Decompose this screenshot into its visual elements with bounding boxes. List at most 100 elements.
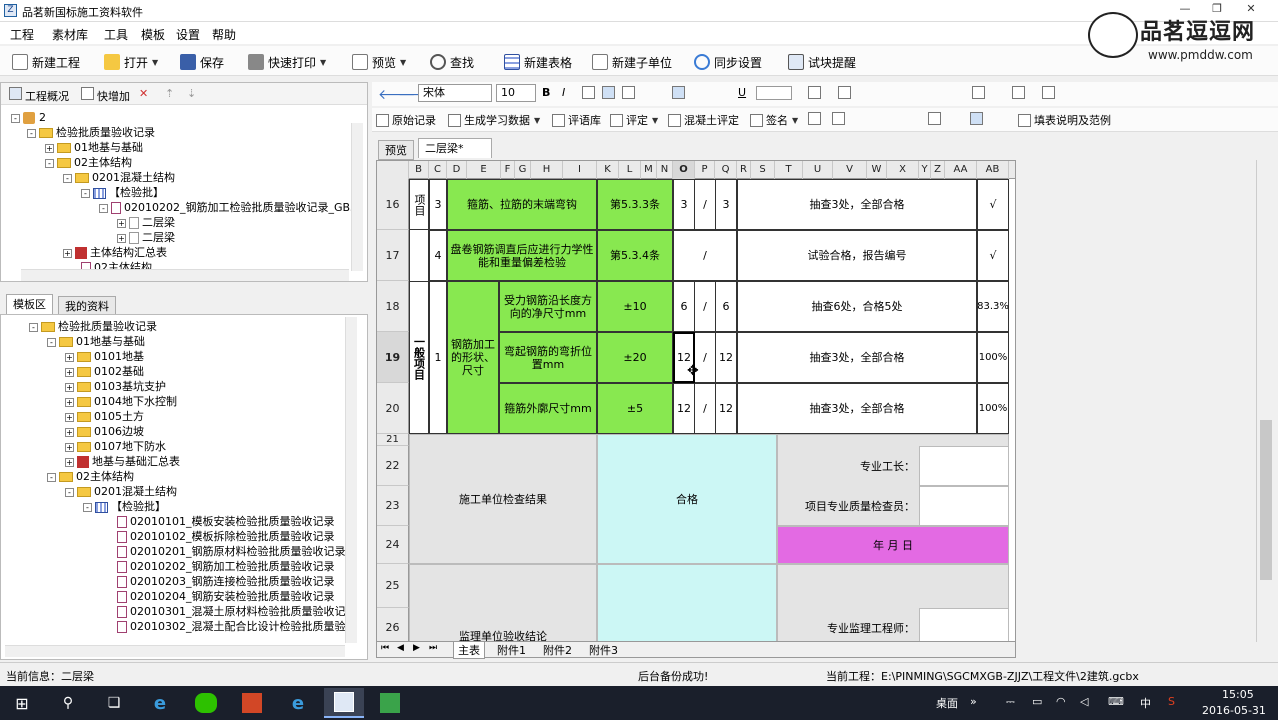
sheet-nav-first-icon[interactable]: ⏮ (381, 643, 389, 653)
original-record-button[interactable]: 原始记录 (376, 112, 436, 128)
sync-settings-button[interactable]: 同步设置 (694, 52, 762, 72)
col-header[interactable]: V (833, 161, 867, 179)
sheet-tab-attachment-3[interactable]: 附件3 (585, 642, 622, 658)
desktop-label[interactable]: 桌面 (936, 695, 958, 711)
inspector-input[interactable] (919, 486, 1009, 526)
tree-node[interactable]: - 02010202_钢筋加工检验批质量验收记录_GB5 (99, 200, 357, 215)
sheet-vertical-scrollbar[interactable] (1256, 160, 1274, 642)
col-header[interactable]: N (657, 161, 673, 179)
tree-root[interactable]: -2 (11, 110, 46, 125)
total-count[interactable]: 12 (715, 383, 737, 434)
fill-color-icon[interactable] (838, 86, 854, 99)
italic-icon[interactable]: I (562, 86, 565, 99)
scrollbar-thumb[interactable] (1260, 420, 1272, 580)
tree-node[interactable]: +01地基与基础 (45, 140, 143, 155)
sogou-icon[interactable]: S (1168, 695, 1175, 708)
item-description[interactable]: 盘卷钢筋调直后应进行力学性能和重量偏差检验 (447, 230, 597, 281)
sample-count[interactable]: 12 (673, 383, 695, 434)
clock-time[interactable]: 15:05 (1222, 688, 1254, 701)
tab-my-materials[interactable]: 我的资料 (58, 296, 116, 316)
col-header[interactable]: K (597, 161, 619, 179)
col-header[interactable]: U (803, 161, 833, 179)
tree-node[interactable]: +0107地下防水 (65, 439, 166, 454)
view-toggle-icon[interactable] (970, 112, 986, 125)
find-button[interactable]: 查找 (430, 52, 474, 72)
tree-leaf[interactable]: 02010101_模板安装检验批质量验收记录 (117, 514, 335, 529)
construction-check-result[interactable]: 合格 (597, 434, 777, 564)
row-header-active[interactable]: 19 (377, 332, 409, 383)
row-header[interactable]: 17 (377, 230, 409, 281)
clause-ref[interactable]: 第5.3.3条 (597, 179, 673, 230)
row-header[interactable]: 22 (377, 446, 409, 486)
check-mark[interactable]: √ (977, 230, 1009, 281)
tree-leaf[interactable]: 02010201_钢筋原材料检验批质量验收记录 (117, 544, 346, 559)
detail-item[interactable]: 受力钢筋沿长度方向的净尺寸mm (499, 281, 597, 332)
tree-leaf[interactable]: 02010302_混凝土配合比设计检验批质量验 (117, 619, 346, 634)
row-header[interactable]: 20 (377, 383, 409, 434)
check-result[interactable]: 抽查3处，全部合格 (737, 383, 977, 434)
format-brush-icon[interactable] (1042, 86, 1058, 99)
open-button[interactable]: 打开 ▼ (104, 52, 158, 72)
tree-leaf[interactable]: 02010301_混凝土原材料检验批质量验收记 (117, 604, 346, 619)
font-size-select[interactable]: 10 (496, 84, 536, 102)
group-name[interactable]: 钢筋加工的形状、尺寸 (447, 281, 499, 434)
foreman-input[interactable] (919, 446, 1009, 486)
lock-icon[interactable] (928, 112, 944, 125)
align-right-icon[interactable] (622, 86, 638, 99)
tab-preview[interactable]: 预览 (378, 140, 414, 160)
total-count[interactable]: 12 (715, 332, 737, 383)
project-overview-tab[interactable]: 工程概况 (9, 87, 69, 103)
tree-node[interactable]: +0106边坡 (65, 424, 144, 439)
col-header[interactable]: I (563, 161, 597, 179)
pass-rate[interactable]: 100% (977, 332, 1009, 383)
detail-item[interactable]: 弯起钢筋的弯折位置mm (499, 332, 597, 383)
row-header[interactable]: 25 (377, 564, 409, 608)
col-header-active[interactable]: O (673, 161, 695, 179)
menu-tools[interactable]: 工具 (104, 26, 128, 43)
tolerance[interactable]: ±10 (597, 281, 673, 332)
row-header[interactable]: 18 (377, 281, 409, 332)
horizontal-scrollbar[interactable] (21, 269, 349, 281)
supervisor-check-result[interactable] (597, 564, 777, 641)
supervisor-input[interactable] (919, 608, 1009, 641)
check-result[interactable]: 试验合格，报告编号 (737, 230, 977, 281)
sample-count[interactable]: 6 (673, 281, 695, 332)
clause-ref[interactable]: 第5.3.4条 (597, 230, 673, 281)
move-up-icon[interactable]: ⇡ (165, 86, 174, 101)
underline-icon[interactable]: U (738, 86, 746, 99)
col-header[interactable]: Q (715, 161, 737, 179)
col-header[interactable]: H (531, 161, 563, 179)
tree-node[interactable]: + 二层梁 (117, 230, 175, 245)
sheet-tab-attachment-2[interactable]: 附件2 (539, 642, 576, 658)
concrete-eval-button[interactable]: 混凝土评定 (668, 112, 739, 128)
check-mark[interactable]: √ (977, 179, 1009, 230)
col-header[interactable]: F (501, 161, 515, 179)
clock-date[interactable]: 2016-05-31 (1202, 704, 1266, 717)
delete-icon[interactable]: ✕ (139, 86, 148, 101)
test-reminder-button[interactable]: 试块提醒 (788, 52, 856, 72)
tree-node[interactable]: +0105土方 (65, 409, 144, 424)
new-table-button[interactable]: 新建表格 (504, 52, 572, 72)
image-icon[interactable] (832, 112, 848, 125)
generate-data-button[interactable]: 生成学习数据 ▼ (448, 112, 540, 128)
keyboard-icon[interactable]: ⌨ (1108, 695, 1124, 708)
sheet-tab-main[interactable]: 主表 (453, 642, 485, 659)
total-count[interactable]: 3 (715, 179, 737, 230)
sheet-nav-next-icon[interactable]: ▶ (413, 643, 420, 653)
network-icon[interactable]: ⎓ (1006, 695, 1015, 709)
col-header[interactable]: M (641, 161, 657, 179)
ie-app[interactable]: e (278, 688, 318, 718)
group-index[interactable]: 1 (429, 281, 447, 434)
tree-node[interactable]: +0104地下水控制 (65, 394, 177, 409)
vertical-scrollbar[interactable] (351, 123, 363, 271)
tab-second-floor-beam[interactable]: 二层梁* (418, 138, 492, 158)
col-header[interactable]: P (695, 161, 715, 179)
tree-node[interactable]: + 地基与基础汇总表 (65, 454, 180, 469)
tray-arrows-icon[interactable]: » (970, 695, 977, 708)
check-result[interactable]: 抽查3处，全部合格 (737, 179, 977, 230)
col-header[interactable]: Z (931, 161, 945, 179)
col-header[interactable]: R (737, 161, 751, 179)
detail-item[interactable]: 箍筋外廓尺寸mm (499, 383, 597, 434)
fill-help-button[interactable]: 填表说明及范例 (1018, 112, 1111, 128)
sub-index[interactable]: 3 (429, 179, 447, 230)
